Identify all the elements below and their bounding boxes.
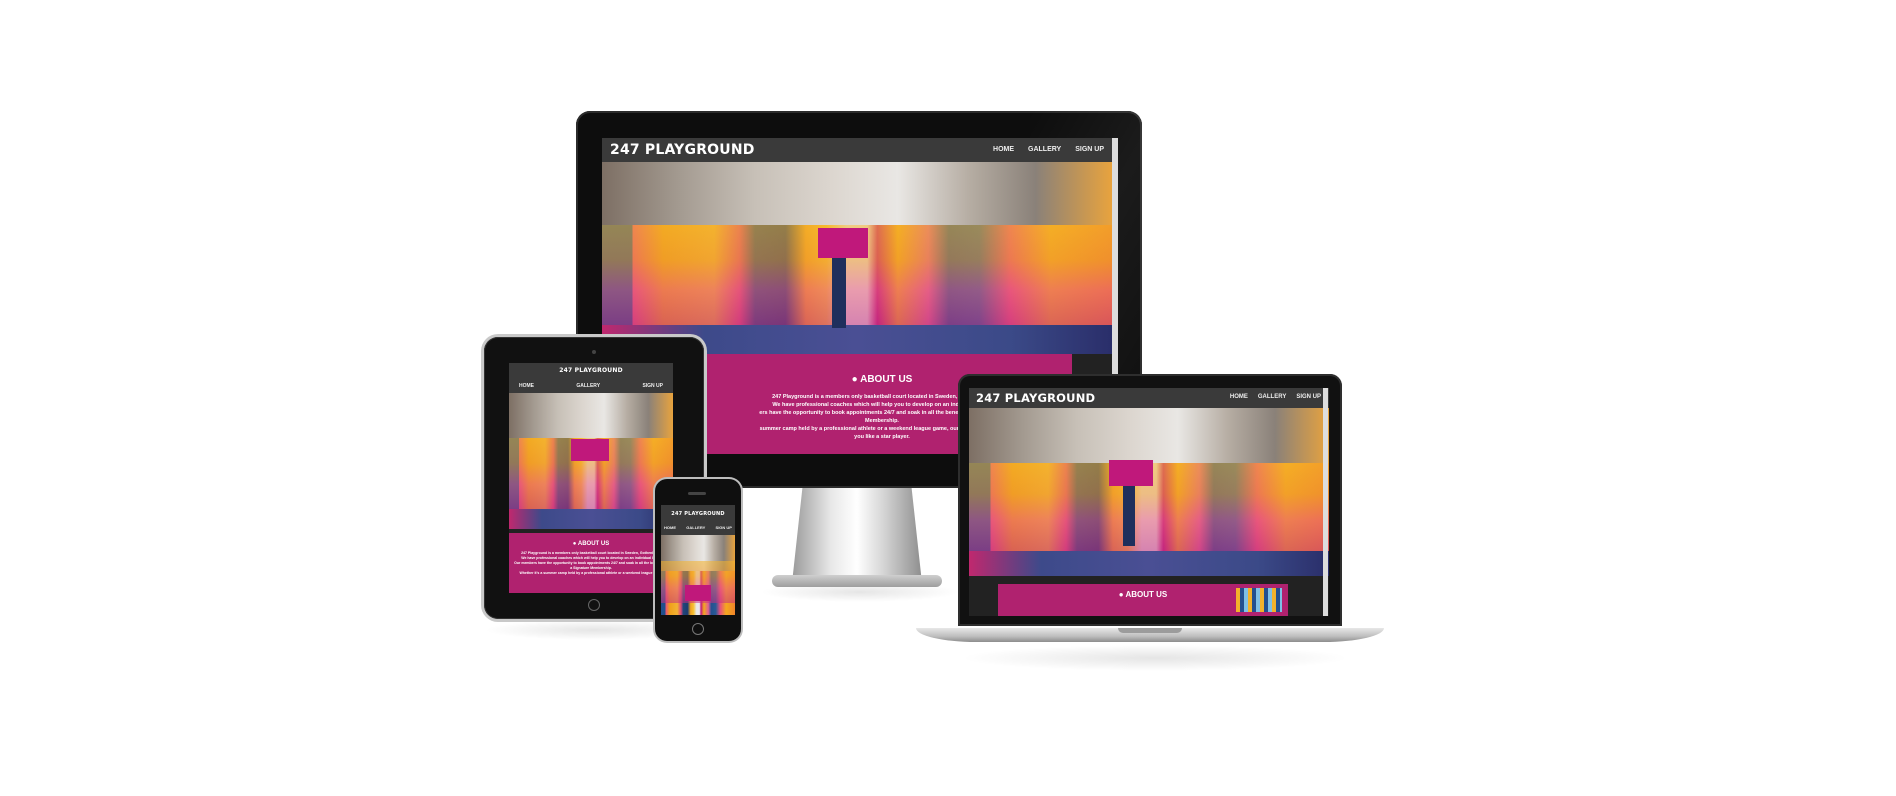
site-logo[interactable]: 247 PLAYGROUND	[610, 142, 755, 158]
nav-home[interactable]: HOME	[664, 525, 676, 530]
hero-pillar	[832, 258, 846, 328]
hero-image	[661, 535, 735, 615]
hero-backboard	[571, 439, 609, 461]
phone-home-button[interactable]	[692, 623, 704, 635]
site-logo[interactable]: 247 PLAYGROUND	[661, 511, 735, 517]
site-logo[interactable]: 247 PLAYGROUND	[976, 391, 1095, 405]
phone-speaker	[688, 492, 706, 495]
hero-wall	[509, 393, 673, 438]
about-section: ● ABOUT US	[998, 584, 1288, 616]
nav-home[interactable]: HOME	[993, 146, 1014, 153]
site-header: 247 PLAYGROUND HOME GALLERY SIGN UP	[969, 388, 1329, 408]
hero-backboard	[1109, 460, 1153, 486]
site-nav: HOME GALLERY SIGN UP	[993, 146, 1104, 153]
laptop-shadow	[960, 645, 1350, 671]
hero-image	[509, 393, 673, 529]
nav-gallery[interactable]: GALLERY	[1028, 146, 1061, 153]
monitor-base	[772, 575, 942, 587]
tablet-home-button[interactable]	[588, 599, 600, 611]
about-title-text: ABOUT US	[1125, 590, 1168, 599]
site-header: 247 PLAYGROUND HOME GALLERY SIGN UP	[602, 138, 1112, 162]
hero-wall	[969, 408, 1329, 464]
hero-backboard	[685, 585, 711, 601]
nav-signup[interactable]: SIGN UP	[716, 525, 732, 530]
nav-signup[interactable]: SIGN UP	[1075, 146, 1104, 153]
monitor-stand	[792, 488, 922, 583]
hero-backboard	[818, 228, 868, 258]
hero-pillar	[1123, 486, 1135, 546]
nav-home[interactable]: HOME	[519, 383, 534, 389]
hero-image	[602, 162, 1112, 354]
laptop-screen: 247 PLAYGROUND HOME GALLERY SIGN UP ● AB…	[969, 388, 1329, 616]
hero-image	[969, 408, 1329, 576]
nav-signup[interactable]: SIGN UP	[642, 383, 663, 389]
laptop-notch	[1118, 628, 1182, 633]
hero-wall	[602, 162, 1112, 226]
about-line: Whether it's a summer camp held by a pro…	[519, 571, 663, 575]
hero-floor	[509, 508, 673, 529]
about-line: Our members have the opportunity to book…	[514, 561, 668, 570]
tablet-screen: 247 PLAYGROUND HOME GALLERY SIGN UP ● AB…	[509, 363, 673, 593]
nav-gallery[interactable]: GALLERY	[1258, 394, 1286, 400]
site-logo[interactable]: 247 PLAYGROUND	[509, 367, 673, 374]
about-title-text: ABOUT US	[577, 541, 610, 547]
site-header: 247 PLAYGROUND HOME GALLERY SIGN UP	[509, 363, 673, 393]
nav-gallery[interactable]: GALLERY	[576, 383, 600, 389]
about-title-text: ABOUT US	[860, 374, 913, 385]
about-title: ● ABOUT US	[572, 541, 610, 547]
nav-gallery[interactable]: GALLERY	[686, 525, 705, 530]
site-header: 247 PLAYGROUND HOME GALLERY SIGN UP	[661, 505, 735, 535]
site-nav: HOME GALLERY SIGN UP	[1230, 394, 1321, 400]
laptop-scrollbar[interactable]	[1323, 388, 1328, 616]
about-section: ● ABOUT US 247 Playground is a members o…	[509, 533, 673, 593]
nav-signup[interactable]: SIGN UP	[1296, 394, 1321, 400]
about-side-image	[1236, 588, 1282, 612]
tablet-camera	[592, 350, 596, 354]
nav-home[interactable]: HOME	[1230, 394, 1248, 400]
phone-screen: 247 PLAYGROUND HOME GALLERY SIGN UP	[661, 505, 735, 615]
site-nav: HOME GALLERY SIGN UP	[664, 525, 732, 530]
site-nav: HOME GALLERY SIGN UP	[519, 383, 663, 389]
hero-floor	[969, 550, 1329, 576]
